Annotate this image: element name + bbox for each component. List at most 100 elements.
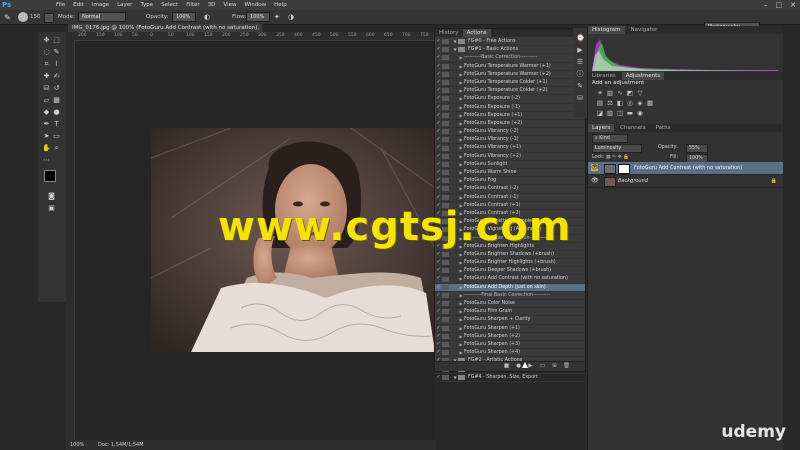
action-row[interactable]: ✓ ▶ FotoGuru Exposure (-1): [435, 104, 585, 112]
dialog-toggle-icon[interactable]: [442, 80, 449, 86]
action-toggle-checkbox[interactable]: ✓: [435, 194, 442, 201]
opacity-input[interactable]: 100%: [172, 12, 196, 22]
menu-edit[interactable]: Edit: [73, 0, 84, 10]
action-toggle-checkbox[interactable]: ✓: [435, 63, 442, 70]
dialog-toggle-icon[interactable]: [442, 342, 449, 348]
layer-name[interactable]: Background: [618, 175, 648, 187]
action-toggle-checkbox[interactable]: ✓: [435, 284, 442, 291]
brush-size-preview[interactable]: [18, 12, 28, 22]
dialog-toggle-icon[interactable]: [442, 268, 449, 274]
action-toggle-checkbox[interactable]: ✓: [435, 136, 442, 143]
photo-filter-icon[interactable]: ◎: [626, 100, 634, 107]
action-toggle-checkbox[interactable]: ✓: [435, 374, 442, 381]
menu-image[interactable]: Image: [92, 0, 109, 10]
menu-filter[interactable]: Filter: [186, 0, 200, 10]
marquee-tool-icon[interactable]: ⬚: [52, 36, 61, 45]
menu-window[interactable]: Window: [244, 0, 266, 10]
dialog-toggle-icon[interactable]: [442, 186, 449, 192]
zoom-level[interactable]: 100%: [70, 440, 84, 450]
action-set-row[interactable]: ✓ ▼ FG#0 - Free Actions: [435, 38, 585, 47]
action-row[interactable]: ✓ ▶ FotoGuru Brighten Shadows (+brush): [435, 251, 585, 260]
action-row[interactable]: ✓ ▶ FotoGuru Add Contrast (with no saturat…: [435, 275, 585, 284]
lock-icons[interactable]: ▦ ✎ ✥ 🔒: [606, 154, 629, 161]
tab-libraries[interactable]: Libraries: [588, 72, 620, 80]
dialog-toggle-icon[interactable]: [442, 112, 449, 118]
properties-panel-icon[interactable]: ☰: [576, 58, 584, 66]
dialog-toggle-icon[interactable]: [442, 374, 449, 380]
dialog-toggle-icon[interactable]: [442, 284, 449, 290]
action-row[interactable]: ✓ ▶ FotoGuru Temperature Colder (+1): [435, 79, 585, 88]
dialog-toggle-icon[interactable]: [442, 260, 449, 266]
blend-mode-select[interactable]: Luminosity: [592, 144, 642, 153]
screen-mode-icon[interactable]: ▣: [47, 204, 56, 213]
action-toggle-checkbox[interactable]: ✓: [435, 54, 442, 61]
action-toggle-checkbox[interactable]: ✓: [435, 46, 442, 53]
action-toggle-checkbox[interactable]: ✓: [435, 87, 442, 94]
action-toggle-checkbox[interactable]: ✓: [435, 38, 442, 45]
action-toggle-checkbox[interactable]: ✓: [435, 341, 442, 348]
info-panel-icon[interactable]: ⓘ: [576, 70, 584, 78]
menu-layer[interactable]: Layer: [117, 0, 132, 10]
layer-row[interactable]: 👁 Background 🔒: [588, 175, 783, 188]
dialog-toggle-icon[interactable]: [442, 145, 449, 151]
hue-saturation-icon[interactable]: ▤: [596, 100, 604, 107]
layer-name[interactable]: FotoGuru Add Contrast (with no saturatio…: [634, 162, 742, 174]
type-tool-icon[interactable]: T: [52, 120, 61, 129]
action-toggle-checkbox[interactable]: ✓: [435, 259, 442, 266]
action-row[interactable]: ✓ ▶ FotoGuru Temperature Warmer (+1): [435, 63, 585, 71]
tab-paths[interactable]: Paths: [652, 124, 675, 132]
hand-tool-icon[interactable]: ✋: [42, 144, 51, 153]
more-tools-icon[interactable]: ⋯: [42, 156, 51, 165]
color-balance-icon[interactable]: ⚖: [606, 100, 614, 107]
tab-layers[interactable]: Layers: [588, 124, 615, 132]
brush-panel-toggle-icon[interactable]: [44, 13, 54, 23]
action-row[interactable]: ✓ ▶ FotoGuru Exposure (-2): [435, 95, 585, 104]
dialog-toggle-icon[interactable]: [442, 39, 449, 45]
action-toggle-checkbox[interactable]: ✓: [435, 79, 442, 86]
gradient-map-icon[interactable]: ▬: [626, 110, 634, 117]
menu-view[interactable]: View: [223, 0, 236, 10]
levels-icon[interactable]: ▥: [606, 90, 614, 97]
action-row[interactable]: ✓ ▶ FotoGuru Color Noise: [435, 300, 585, 309]
eraser-tool-icon[interactable]: ▱: [42, 96, 51, 105]
maximize-button[interactable]: □: [776, 0, 783, 10]
eye-icon[interactable]: 👁: [591, 164, 599, 171]
play-icon[interactable]: ▶: [527, 363, 534, 370]
dialog-toggle-icon[interactable]: [442, 170, 449, 176]
healing-brush-tool-icon[interactable]: ✚: [42, 72, 51, 81]
color-lookup-icon[interactable]: ▦: [646, 100, 654, 107]
brush-tool-preset-icon[interactable]: ✎: [4, 13, 13, 22]
action-toggle-checkbox[interactable]: ✓: [435, 112, 442, 119]
action-row[interactable]: ✓ ▶ FotoGuru Exposure (+1): [435, 112, 585, 120]
action-row[interactable]: ✓ ▶ FotoGuru Vibrancy (-2): [435, 128, 585, 137]
menu-type[interactable]: Type: [140, 0, 153, 10]
invert-icon[interactable]: ◪: [596, 110, 604, 117]
threshold-icon[interactable]: ◫: [616, 110, 624, 117]
close-button[interactable]: ✕: [790, 0, 796, 10]
dialog-toggle-icon[interactable]: [442, 292, 449, 298]
selective-color-icon[interactable]: ◉: [636, 110, 644, 117]
dialog-toggle-icon[interactable]: [442, 276, 449, 282]
action-row[interactable]: ✓ ▶ FotoGuru Warm Shine: [435, 169, 585, 178]
layer-filter-kind[interactable]: ⌕ Kind: [592, 134, 628, 143]
tab-navigator[interactable]: Navigator: [626, 26, 661, 34]
history-brush-tool-icon[interactable]: ↺: [52, 84, 61, 93]
zoom-tool-icon[interactable]: ⌕: [52, 144, 61, 153]
action-toggle-checkbox[interactable]: ✓: [435, 308, 442, 315]
move-tool-icon[interactable]: ✥: [42, 36, 51, 45]
action-toggle-checkbox[interactable]: ✓: [435, 153, 442, 160]
action-row[interactable]: ✓ ▶ FotoGuru Contrast (-2): [435, 185, 585, 194]
brush-tool-icon[interactable]: ✍: [52, 72, 61, 81]
layer-row[interactable]: 👁 FotoGuru Add Contrast (with no saturat…: [588, 162, 783, 175]
pen-tool-icon[interactable]: ✒: [42, 120, 51, 129]
action-toggle-checkbox[interactable]: ✓: [435, 267, 442, 274]
action-toggle-checkbox[interactable]: ✓: [435, 120, 442, 127]
action-toggle-checkbox[interactable]: ✓: [435, 95, 442, 102]
action-row[interactable]: ✓ ▶ FotoGuru Temperature Warmer (+2): [435, 71, 585, 79]
quick-select-tool-icon[interactable]: ✎: [52, 48, 61, 57]
tab-channels[interactable]: Channels: [616, 124, 649, 132]
document-tab[interactable]: IMG_0176.jpg @ 100% (FotoGuru Add Contra…: [68, 24, 262, 39]
new-set-icon[interactable]: ▭: [539, 363, 546, 370]
clone-stamp-tool-icon[interactable]: ⛁: [42, 84, 51, 93]
action-row[interactable]: ✓ ▶ FotoGuru Add Depth (just on skin): [435, 283, 585, 292]
